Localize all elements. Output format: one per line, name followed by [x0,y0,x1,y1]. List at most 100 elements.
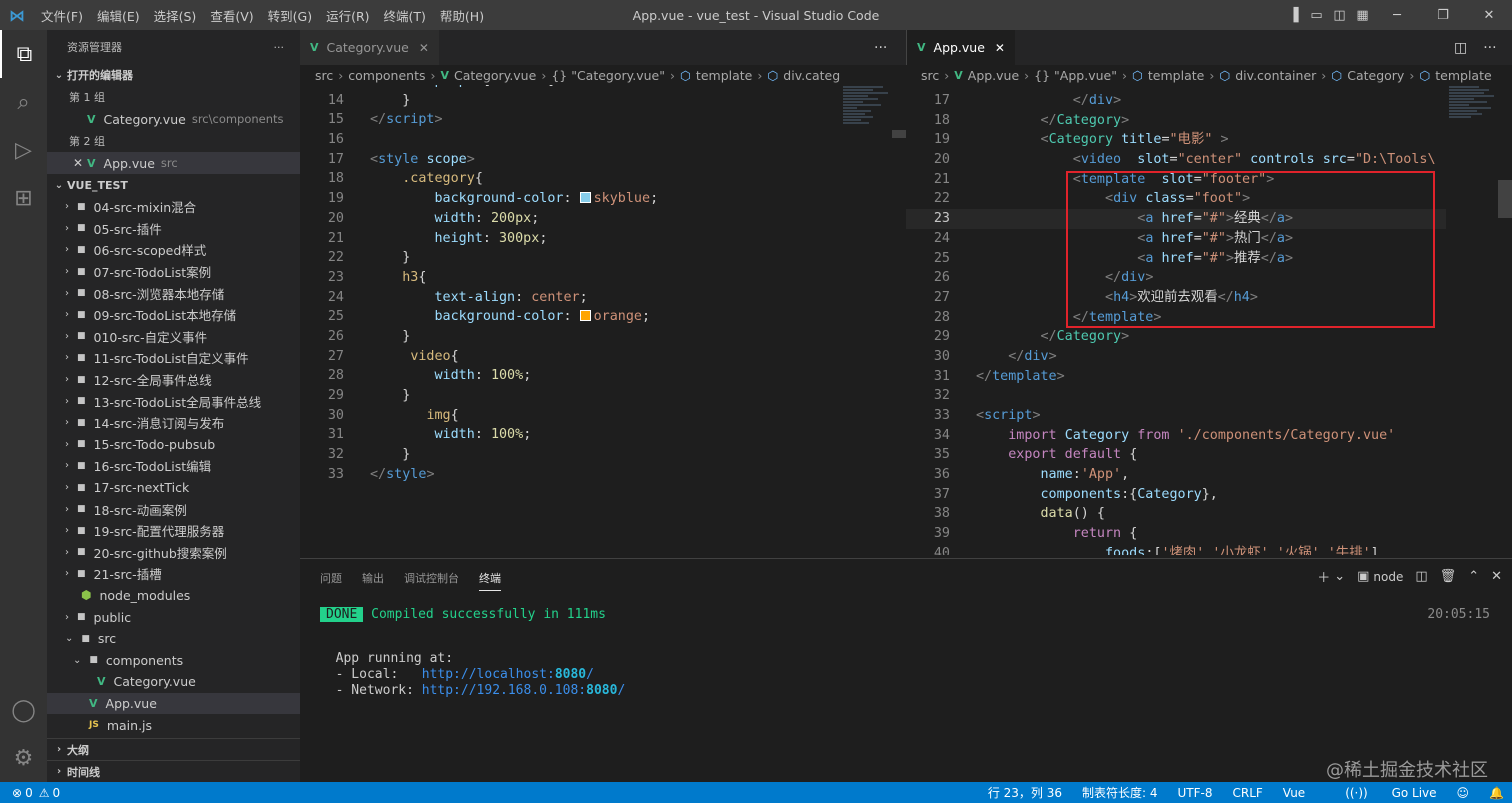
menu-selection[interactable]: 选择(S) [147,6,204,25]
tree-item[interactable]: › ■ 05-src-插件 [47,218,300,240]
right-minimap[interactable] [1449,85,1504,555]
terminal-name[interactable]: node [1373,570,1403,584]
close-panel-icon[interactable]: ✕ [1491,569,1502,584]
scrollbar-thumb[interactable] [1498,180,1512,218]
tree-item[interactable]: › ■ 16-src-TodoList编辑 [47,455,300,477]
line-ending[interactable]: CRLF [1232,786,1262,800]
customize-layout-icon[interactable]: ▦ [1351,8,1374,23]
project-section[interactable]: ⌄ VUE_TEST [47,174,300,196]
local-url[interactable]: http://localhost:8080/ [422,667,594,682]
tab-app-vue[interactable]: V App.vue ✕ [907,30,1015,65]
menu-help[interactable]: 帮助(H) [433,6,491,25]
tree-item[interactable]: V Category.vue [47,671,300,693]
color-swatch-icon[interactable] [579,310,591,322]
explorer-icon[interactable]: ⧉ [0,30,47,78]
tab-debug-console[interactable]: 调试控制台 [404,564,459,590]
menu-view[interactable]: 查看(V) [203,6,260,25]
tree-item[interactable]: › ■ 14-src-消息订阅与发布 [47,412,300,434]
tree-item[interactable]: › ■ 04-src-mixin混合 [47,196,300,218]
search-icon[interactable]: ⌕ [0,78,47,126]
breadcrumb-item[interactable]: template [696,68,752,83]
tree-item[interactable]: ⌄ ■ components [47,649,300,671]
tree-item[interactable]: ⌄ ■ src [47,628,300,650]
left-scrollbar[interactable] [892,85,906,555]
tree-item[interactable]: › ■ 15-src-Todo-pubsub [47,434,300,456]
tree-item[interactable]: › ■ 12-src-全局事件总线 [47,369,300,391]
left-code-editor[interactable]: 14 props:['title'] 14 } 15</script> 16 1… [300,85,840,555]
menu-file[interactable]: 文件(F) [34,6,90,25]
problems-status[interactable]: ⊗ 0 ⚠ 0 [0,786,60,800]
tree-item[interactable]: › ■ 06-src-scoped样式 [47,239,300,261]
feedback-icon[interactable]: ☺ [1457,786,1470,800]
encoding[interactable]: UTF-8 [1178,786,1213,800]
menu-go[interactable]: 转到(G) [261,6,319,25]
left-minimap[interactable] [843,85,898,555]
tree-item[interactable]: › ■ 20-src-github搜索案例 [47,542,300,564]
breadcrumb-item[interactable]: {} "Category.vue" [551,68,665,83]
tree-item[interactable]: JS main.js [47,714,300,736]
breadcrumb-item[interactable]: src [921,68,939,83]
extensions-icon[interactable]: ⊞ [0,174,47,222]
trash-icon[interactable]: 🗑 [1440,569,1457,584]
maximize-panel-icon[interactable]: ⌃ [1468,569,1479,584]
language-mode[interactable]: Vue [1283,786,1305,800]
outline-section[interactable]: › 大纲 [47,738,300,760]
chevron-down-icon[interactable]: ⌄ [1334,569,1345,584]
menu-terminal[interactable]: 终端(T) [377,6,433,25]
breadcrumb-item[interactable]: div.category [783,68,840,83]
network-url[interactable]: http://192.168.0.108:8080/ [422,683,626,698]
tab-problems[interactable]: 问题 [320,564,342,590]
menu-edit[interactable]: 编辑(E) [90,6,147,25]
breadcrumb-item[interactable]: div.container [1235,68,1316,83]
toggle-panel-icon[interactable]: ▭ [1305,8,1328,23]
tree-item[interactable]: › ■ 08-src-浏览器本地存储 [47,282,300,304]
tree-item[interactable]: › ■ 21-src-插槽 [47,563,300,585]
restore-icon[interactable]: ❐ [1420,8,1466,23]
close-tab-icon[interactable]: ✕ [419,41,429,55]
run-debug-icon[interactable]: ▷ [0,126,47,174]
breadcrumb-item[interactable]: src [315,68,333,83]
timeline-section[interactable]: › 时间线 [47,760,300,782]
tab-terminal[interactable]: 终端 [479,564,501,591]
breadcrumb-item[interactable]: components [348,68,425,83]
menu-run[interactable]: 运行(R) [319,6,376,25]
breadcrumb-item[interactable]: Category [1347,68,1404,83]
tab-size[interactable]: 制表符长度: 4 [1082,784,1158,801]
open-editor-category[interactable]: V Category.vue src\components [47,108,300,130]
breadcrumb-item[interactable]: App.vue [968,68,1019,83]
more-actions-icon[interactable]: ··· [1475,40,1504,56]
tree-item[interactable]: ⬢ node_modules [47,585,300,607]
color-swatch-icon[interactable] [579,192,591,204]
tab-output[interactable]: 输出 [362,564,384,590]
cursor-position[interactable]: 行 23，列 36 [988,784,1062,801]
new-terminal-icon[interactable]: ＋ [1317,567,1330,586]
right-scrollbar[interactable] [1498,85,1512,555]
breadcrumb-item[interactable]: template [1435,68,1491,83]
more-actions-icon[interactable]: ··· [274,41,285,54]
settings-gear-icon[interactable]: ⚙ [0,734,47,782]
open-editors-section[interactable]: ⌄ 打开的编辑器 [47,64,300,86]
open-editor-app[interactable]: ✕ V App.vue src [47,152,300,174]
breadcrumb-item[interactable]: Category.vue [454,68,536,83]
close-editor-icon[interactable]: ✕ [73,156,83,170]
split-layout-icon[interactable]: ◫ [1328,8,1351,23]
terminal-output[interactable]: DONE Compiled successfully in 111ms 20:0… [320,603,1500,699]
notifications-bell-icon[interactable]: 🔔 [1489,786,1504,800]
close-tab-icon[interactable]: ✕ [995,41,1005,55]
scrollbar-thumb[interactable] [892,130,906,138]
tree-item[interactable]: › ■ 11-src-TodoList自定义事件 [47,347,300,369]
minimize-icon[interactable]: ─ [1374,8,1420,23]
tree-item[interactable]: V App.vue [47,692,300,715]
tree-item[interactable]: › ■ 19-src-配置代理服务器 [47,520,300,542]
tree-item[interactable]: › ■ 13-src-TodoList全局事件总线 [47,390,300,412]
account-icon[interactable]: ◯ [0,686,47,734]
tree-item[interactable]: › ■ 07-src-TodoList案例 [47,261,300,283]
tree-item[interactable]: › ■ 09-src-TodoList本地存储 [47,304,300,326]
tree-item[interactable]: › ■ public [47,606,300,628]
tree-item[interactable]: › ■ 18-src-动画案例 [47,498,300,520]
close-window-icon[interactable]: ✕ [1466,8,1512,23]
tree-item[interactable]: › ■ 010-src-自定义事件 [47,326,300,348]
split-editor-icon[interactable]: ◫ [1446,40,1475,56]
breadcrumb-item[interactable]: template [1148,68,1204,83]
split-terminal-icon[interactable]: ◫ [1415,569,1427,584]
